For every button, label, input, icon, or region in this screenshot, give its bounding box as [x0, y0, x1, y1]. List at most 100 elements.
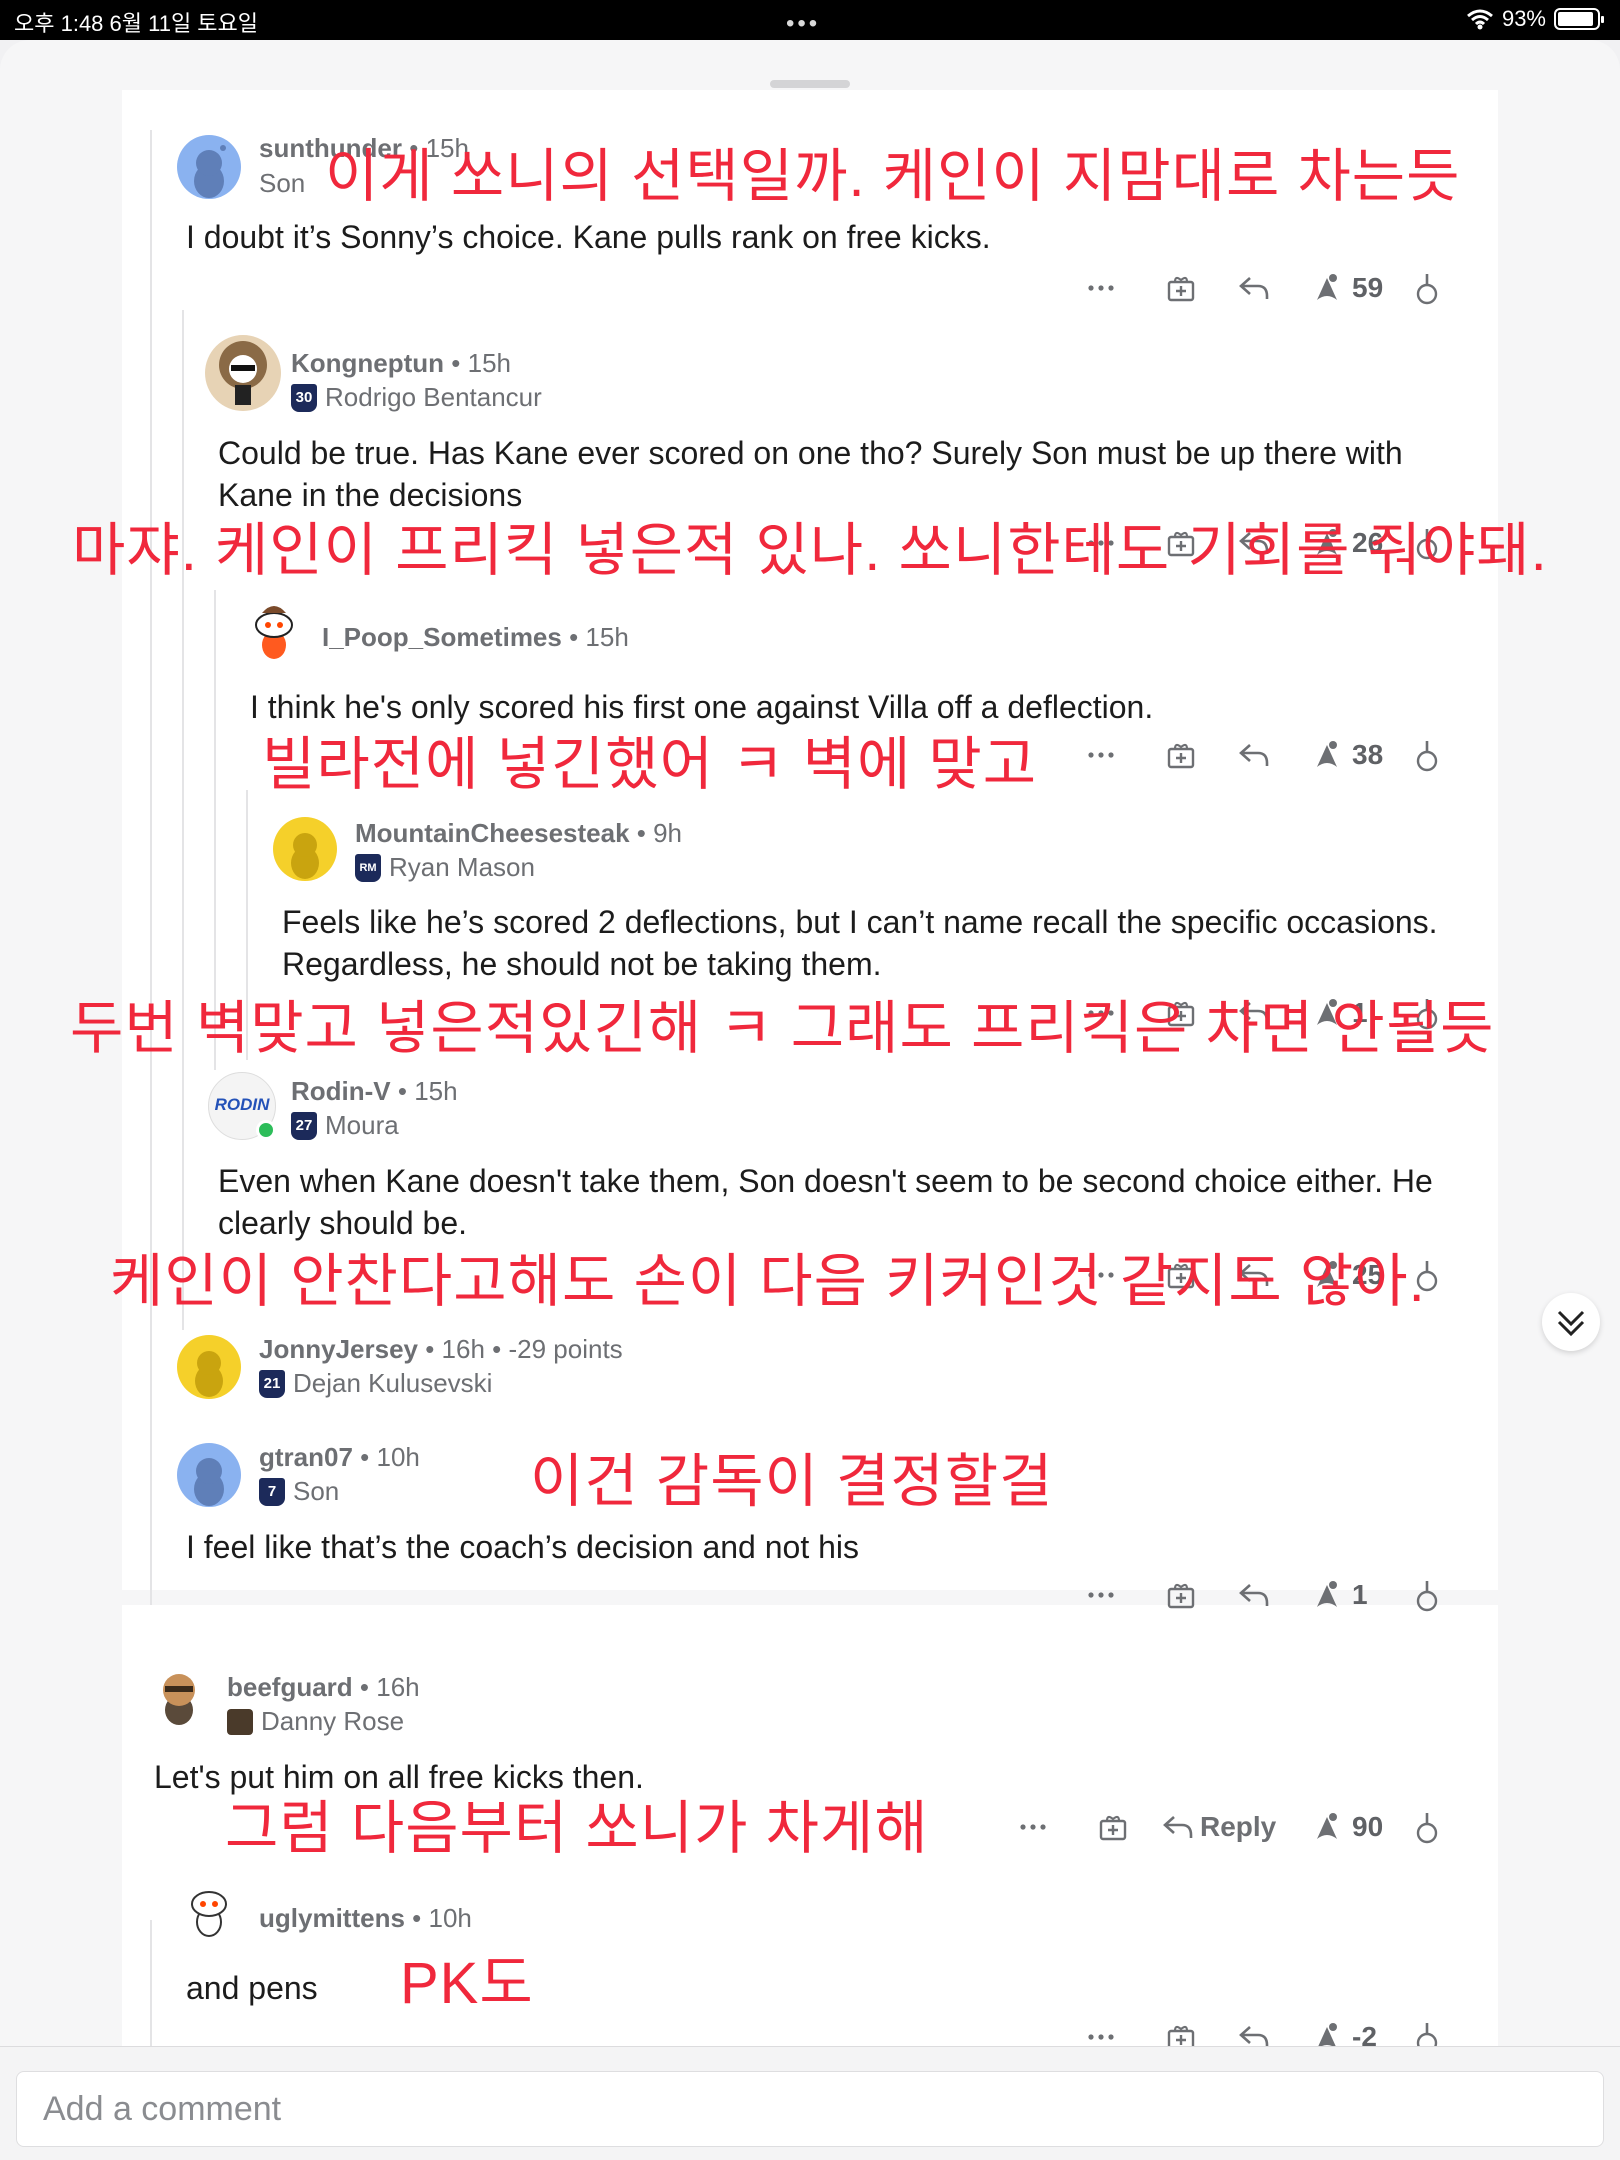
downvote-icon: [1416, 274, 1438, 305]
annotation-text: 마쟈. 케인이 프리킥 넣은적 있나. 쏘니한테도 기회를 줘야돼.: [72, 518, 1548, 583]
avatar[interactable]: [240, 595, 308, 663]
downvote-icon: [1416, 741, 1438, 772]
annotation-text: 이게 쏘니의 선택일까. 케인이 지맘대로 차는듯: [325, 144, 1461, 209]
avatar[interactable]: [205, 335, 281, 411]
reply-icon: [1239, 277, 1269, 299]
upvote-button[interactable]: [1311, 268, 1343, 308]
downvote-button[interactable]: [1414, 1807, 1440, 1847]
snoo-avatar-icon: [194, 1458, 224, 1506]
avatar-logo: RODIN: [214, 1095, 270, 1114]
annotation-text: 이건 감독이 결정할걸: [530, 1449, 1054, 1514]
reply-button[interactable]: Reply: [1162, 1807, 1276, 1847]
battery-percent: 93%: [1501, 6, 1546, 31]
user-flair: 21 Dejan Kulusevski: [259, 1368, 492, 1399]
annotation-text: PK도: [400, 1951, 534, 2016]
upvote-button[interactable]: [1311, 735, 1343, 775]
snoo-avatar-icon: [195, 1351, 223, 1397]
multitask-dots-icon[interactable]: •••: [786, 10, 820, 38]
annotation-text: 두번 벽맞고 넣은적있긴해 ㅋ 그래도 프리킥은 차면 안될듯: [70, 996, 1495, 1061]
award-button[interactable]: [1097, 1807, 1129, 1847]
user-flair: 7 Son: [259, 1476, 339, 1507]
user-flair: 27 Moura: [291, 1110, 399, 1141]
more-button[interactable]: [1086, 735, 1116, 775]
vote-count: 90: [1352, 1811, 1384, 1842]
flair-badge: RM: [355, 853, 381, 882]
upvote-icon: [1317, 274, 1337, 300]
comment-body: I think he's only scored his first one a…: [250, 689, 1154, 725]
snoo-avatar-icon: [163, 1674, 195, 1725]
user-flair: Danny Rose: [227, 1706, 404, 1737]
username[interactable]: I_Poop_Sometimes • 15h: [322, 622, 629, 653]
comment-body: Feels like he’s scored 2 deflections, bu…: [282, 904, 1438, 982]
online-indicator: [256, 1120, 276, 1140]
upvote-button[interactable]: [1311, 1575, 1343, 1615]
more-button[interactable]: [1018, 1807, 1048, 1847]
award-icon: [1167, 1583, 1195, 1609]
snoo-avatar-icon: [191, 1891, 227, 1937]
more-icon: [1088, 2034, 1114, 2040]
vote-count: 59: [1352, 272, 1384, 303]
add-comment-input[interactable]: Add a comment: [16, 2071, 1604, 2147]
upvote-button[interactable]: [1311, 1807, 1343, 1847]
thread-line[interactable]: [150, 130, 152, 1630]
vote-count: 1: [1352, 1579, 1368, 1610]
more-button[interactable]: [1086, 268, 1116, 308]
reply-label: Reply: [1200, 1811, 1277, 1842]
comment-body: Even when Kane doesn't take them, Son do…: [218, 1163, 1433, 1241]
avatar[interactable]: [177, 1335, 241, 1399]
reply-icon: [1239, 744, 1269, 766]
avatar[interactable]: [273, 817, 337, 881]
upvote-icon: [1317, 1813, 1337, 1839]
snoo-avatar-icon: [194, 145, 226, 198]
reply-button[interactable]: [1238, 735, 1270, 775]
snoo-avatar-icon: [291, 833, 319, 879]
avatar[interactable]: [145, 1660, 213, 1728]
username[interactable]: beefguard • 16h: [227, 1672, 420, 1703]
reply-icon: [1163, 1816, 1193, 1838]
scroll-down-icon: [1557, 1310, 1585, 1337]
award-button[interactable]: [1165, 268, 1197, 308]
downvote-button[interactable]: [1414, 1575, 1440, 1615]
username[interactable]: gtran07 • 10h: [259, 1442, 420, 1473]
status-time: 오후 1:48 6월 11일 토요일: [14, 11, 259, 36]
snoo-avatar-icon: [255, 606, 293, 659]
more-button[interactable]: [1086, 1575, 1116, 1615]
downvote-icon: [1416, 1813, 1438, 1844]
downvote-button[interactable]: [1414, 268, 1440, 308]
username[interactable]: Kongneptun • 15h: [291, 348, 511, 379]
username[interactable]: JonnyJersey • 16h • -29 points: [259, 1334, 623, 1365]
username[interactable]: MountainCheesesteak • 9h: [355, 818, 682, 849]
wifi-icon: [1466, 9, 1493, 30]
avatar[interactable]: [177, 1443, 241, 1507]
username[interactable]: uglymittens • 10h: [259, 1903, 472, 1934]
comment-actions: 59: [0, 268, 1620, 308]
comment-body: Could be true. Has Kane ever scored on o…: [218, 435, 1403, 513]
comment-body: I doubt it’s Sonny’s choice. Kane pulls …: [186, 219, 991, 255]
annotation-text: 빌라전에 넣긴했어 ㅋ 벽에 맞고: [262, 732, 1038, 797]
downvote-icon: [1416, 1581, 1438, 1612]
more-icon: [1088, 285, 1114, 291]
scroll-down-button[interactable]: [1542, 1293, 1600, 1351]
reply-button[interactable]: [1238, 268, 1270, 308]
reply-button[interactable]: [1238, 1575, 1270, 1615]
award-button[interactable]: [1165, 1575, 1197, 1615]
flair-photo: [227, 1708, 253, 1735]
annotation-text: 그럼 다음부터 쏘니가 차게해: [225, 1796, 929, 1861]
award-icon: [1167, 743, 1195, 769]
comment-body: I feel like that’s the coach’s decision …: [186, 1529, 860, 1565]
avatar[interactable]: [177, 135, 241, 199]
avatar[interactable]: [177, 1876, 241, 1940]
thread-line[interactable]: [182, 310, 184, 1330]
upvote-icon: [1317, 741, 1337, 767]
flair-badge: 27: [291, 1111, 317, 1140]
upvote-icon: [1317, 1581, 1337, 1607]
username[interactable]: Rodin-V • 15h: [291, 1076, 458, 1107]
battery-icon: [1554, 8, 1604, 30]
award-button[interactable]: [1165, 735, 1197, 775]
more-icon: [1088, 1592, 1114, 1598]
flair-badge: 30: [291, 383, 317, 412]
comment-composer: Add a comment: [0, 2046, 1620, 2160]
downvote-button[interactable]: [1414, 735, 1440, 775]
snoo-avatar-icon: [219, 341, 267, 405]
sheet-grabber[interactable]: [770, 80, 850, 88]
